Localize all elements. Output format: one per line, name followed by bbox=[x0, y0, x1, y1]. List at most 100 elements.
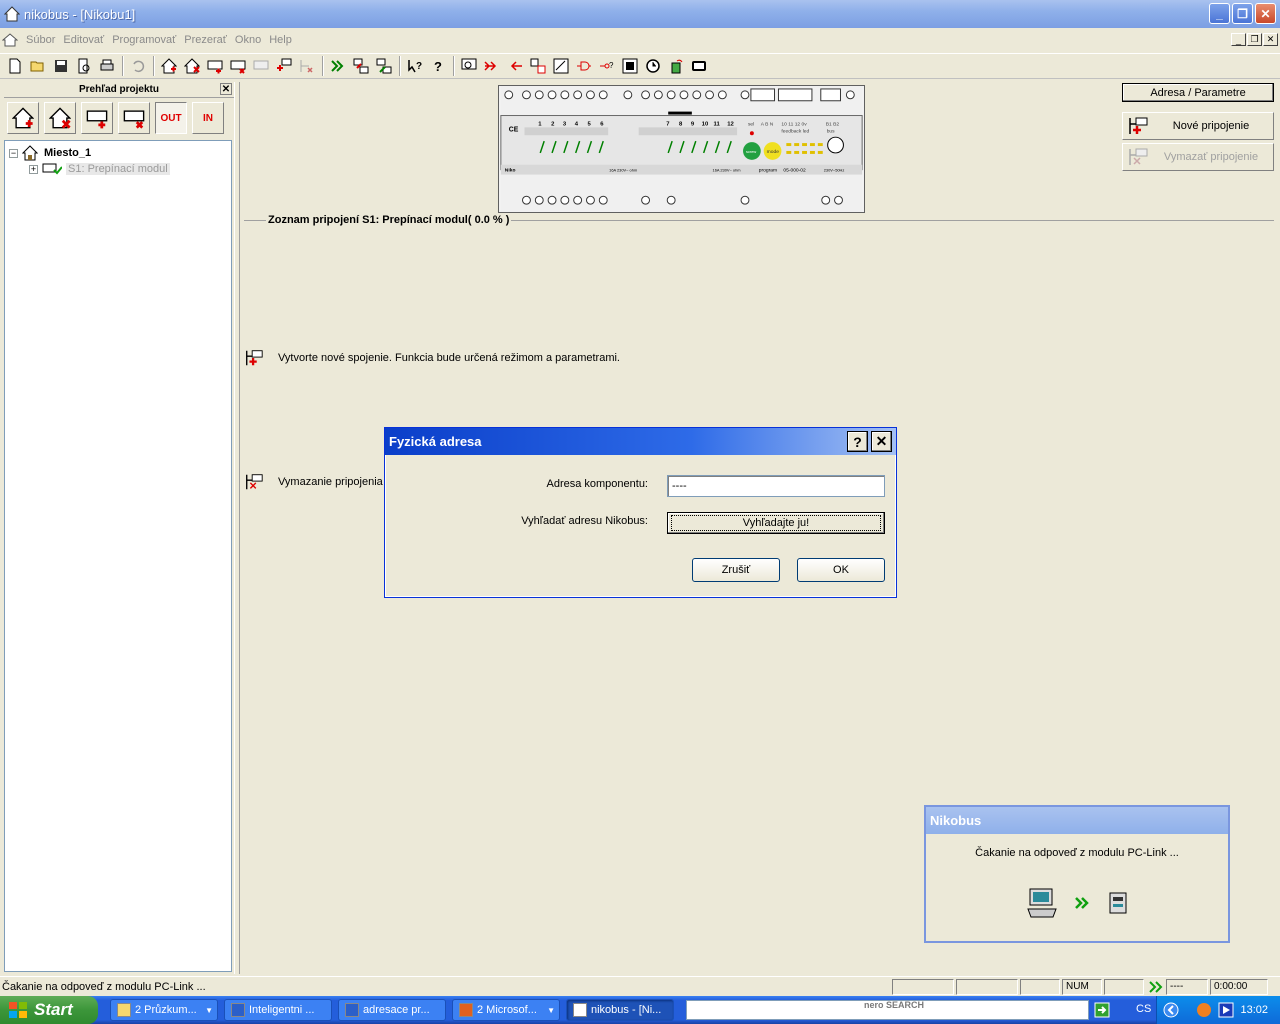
open-folder-icon bbox=[30, 61, 44, 72]
delete-connection-button[interactable]: Vymazať pripojenie bbox=[1122, 143, 1274, 171]
transfer-button[interactable] bbox=[327, 55, 349, 77]
module-ok-icon bbox=[42, 163, 62, 175]
wireless-button[interactable] bbox=[665, 55, 687, 77]
mdi-minimize-button[interactable]: _ bbox=[1231, 33, 1246, 46]
clock-button[interactable] bbox=[642, 55, 664, 77]
input-arrow-icon bbox=[510, 61, 522, 71]
task-nikobus[interactable]: nikobus - [Ni... bbox=[566, 999, 674, 1021]
input-button[interactable] bbox=[504, 55, 526, 77]
language-indicator[interactable]: CS bbox=[1136, 1003, 1151, 1015]
menu-program[interactable]: Programovať bbox=[108, 34, 180, 46]
status-timer: 0:00:00 bbox=[1210, 978, 1268, 995]
browser-tray-icon[interactable] bbox=[1196, 1002, 1212, 1018]
menu-view[interactable]: Prezerať bbox=[180, 34, 231, 46]
expand-toggle[interactable]: + bbox=[29, 164, 38, 174]
svg-text:bus: bus bbox=[827, 128, 835, 134]
task-label: nikobus - [Ni... bbox=[591, 1004, 662, 1016]
component-address-input[interactable]: ---- bbox=[667, 475, 885, 497]
task-word-2[interactable]: adresace pr... bbox=[338, 999, 446, 1021]
task-office[interactable]: 2 Microsof... ▼ bbox=[452, 999, 560, 1021]
search-module-button[interactable] bbox=[458, 55, 480, 77]
add-module-tool[interactable] bbox=[81, 102, 113, 134]
save-button[interactable] bbox=[50, 55, 72, 77]
status-pane-3 bbox=[1020, 978, 1060, 995]
menu-file[interactable]: Súbor bbox=[22, 34, 59, 46]
status-pane-1 bbox=[892, 978, 954, 995]
task-explorer[interactable]: 2 Průzkum... ▼ bbox=[110, 999, 218, 1021]
dropdown-arrow-icon: ▼ bbox=[547, 1005, 555, 1015]
restore-button[interactable]: ❐ bbox=[1232, 3, 1253, 24]
nero-go-icon[interactable] bbox=[1094, 1002, 1110, 1018]
media-player-tray-icon[interactable] bbox=[1218, 1002, 1234, 1018]
add-place-button[interactable] bbox=[158, 55, 180, 77]
new-file-button[interactable] bbox=[4, 55, 26, 77]
delete-module-button[interactable] bbox=[227, 55, 249, 77]
ok-button[interactable]: OK bbox=[797, 558, 885, 582]
document-house-icon[interactable] bbox=[2, 33, 18, 47]
in-tool[interactable]: IN bbox=[192, 102, 224, 134]
open-button[interactable] bbox=[27, 55, 49, 77]
out-tool[interactable]: OUT bbox=[155, 102, 187, 134]
write-module-button[interactable] bbox=[373, 55, 395, 77]
print-preview-icon bbox=[78, 58, 90, 74]
wireless-icon bbox=[671, 59, 683, 74]
svg-text:?: ? bbox=[434, 59, 442, 74]
edit-button[interactable] bbox=[550, 55, 572, 77]
office-icon bbox=[459, 1003, 473, 1017]
dialog-help-button[interactable]: ? bbox=[847, 431, 868, 452]
logic-button[interactable] bbox=[573, 55, 595, 77]
print-preview-button[interactable] bbox=[73, 55, 95, 77]
connection-add-icon bbox=[246, 350, 263, 366]
dialog-close-button[interactable]: ✕ bbox=[871, 431, 892, 452]
pane-close-button[interactable]: ✕ bbox=[220, 83, 232, 95]
tree-label-module: S1: Prepínací modul bbox=[66, 163, 170, 175]
pane-splitter[interactable] bbox=[234, 82, 240, 974]
print-button[interactable] bbox=[96, 55, 118, 77]
tree-item-place[interactable]: − Miesto_1 bbox=[9, 145, 91, 161]
mdi-close-button[interactable]: ✕ bbox=[1263, 33, 1278, 46]
start-button[interactable]: Start bbox=[0, 996, 98, 1024]
new-connection-button[interactable]: Nové pripojenie bbox=[1122, 112, 1274, 140]
delete-module-tool[interactable] bbox=[118, 102, 150, 134]
undo-button[interactable] bbox=[127, 55, 149, 77]
tray-hide-arrow-icon[interactable] bbox=[1163, 1002, 1179, 1018]
context-help-button[interactable]: ? bbox=[404, 55, 426, 77]
minimize-button[interactable]: _ bbox=[1209, 3, 1230, 24]
svg-text:program: program bbox=[759, 168, 777, 174]
switch-module-image: CE 1 2 3 4 5 6 7 8 9 10 11 12 sel A B N … bbox=[498, 85, 865, 213]
module-view-button[interactable] bbox=[619, 55, 641, 77]
delete-place-button[interactable] bbox=[181, 55, 203, 77]
address-parameters-button[interactable]: Adresa / Parametre bbox=[1122, 83, 1274, 102]
add-module-button[interactable] bbox=[204, 55, 226, 77]
search-address-button[interactable]: Vyhľadajte ju! bbox=[667, 512, 885, 534]
clock: 13:02 bbox=[1240, 1004, 1268, 1016]
computer-icon bbox=[1027, 888, 1057, 918]
close-button[interactable]: ✕ bbox=[1255, 3, 1276, 24]
query-button[interactable]: ? bbox=[596, 55, 618, 77]
task-label: Inteligentni ... bbox=[249, 1004, 315, 1016]
word-icon bbox=[345, 1003, 359, 1017]
help-button[interactable]: ? bbox=[427, 55, 449, 77]
house-icon bbox=[22, 145, 38, 161]
output-button[interactable] bbox=[481, 55, 503, 77]
task-word-1[interactable]: Inteligentni ... bbox=[224, 999, 332, 1021]
menu-edit[interactable]: Editovať bbox=[59, 34, 108, 46]
menu-window[interactable]: Okno bbox=[231, 34, 265, 46]
dialog-title-bar[interactable]: Fyzická adresa ? ✕ bbox=[385, 428, 896, 455]
tree-item-module[interactable]: + S1: Prepínací modul bbox=[29, 161, 170, 177]
add-place-tool[interactable] bbox=[7, 102, 39, 134]
link-button[interactable] bbox=[527, 55, 549, 77]
wait-dialog-title[interactable]: Nikobus bbox=[926, 807, 1228, 834]
delete-connection-button[interactable] bbox=[296, 55, 318, 77]
tree-label-place: Miesto_1 bbox=[44, 147, 92, 159]
add-connection-button[interactable] bbox=[273, 55, 295, 77]
delete-place-tool[interactable] bbox=[44, 102, 76, 134]
collapse-toggle[interactable]: − bbox=[9, 148, 18, 158]
menu-help[interactable]: Help bbox=[265, 34, 296, 46]
cancel-button[interactable]: Zrušiť bbox=[692, 558, 780, 582]
title-bar[interactable]: nikobus - [Nikobu1] _ ❐ ✕ bbox=[0, 0, 1280, 28]
mdi-restore-button[interactable]: ❐ bbox=[1247, 33, 1262, 46]
display-button[interactable] bbox=[688, 55, 710, 77]
task-label: 2 Průzkum... bbox=[135, 1004, 197, 1016]
read-module-button[interactable] bbox=[350, 55, 372, 77]
